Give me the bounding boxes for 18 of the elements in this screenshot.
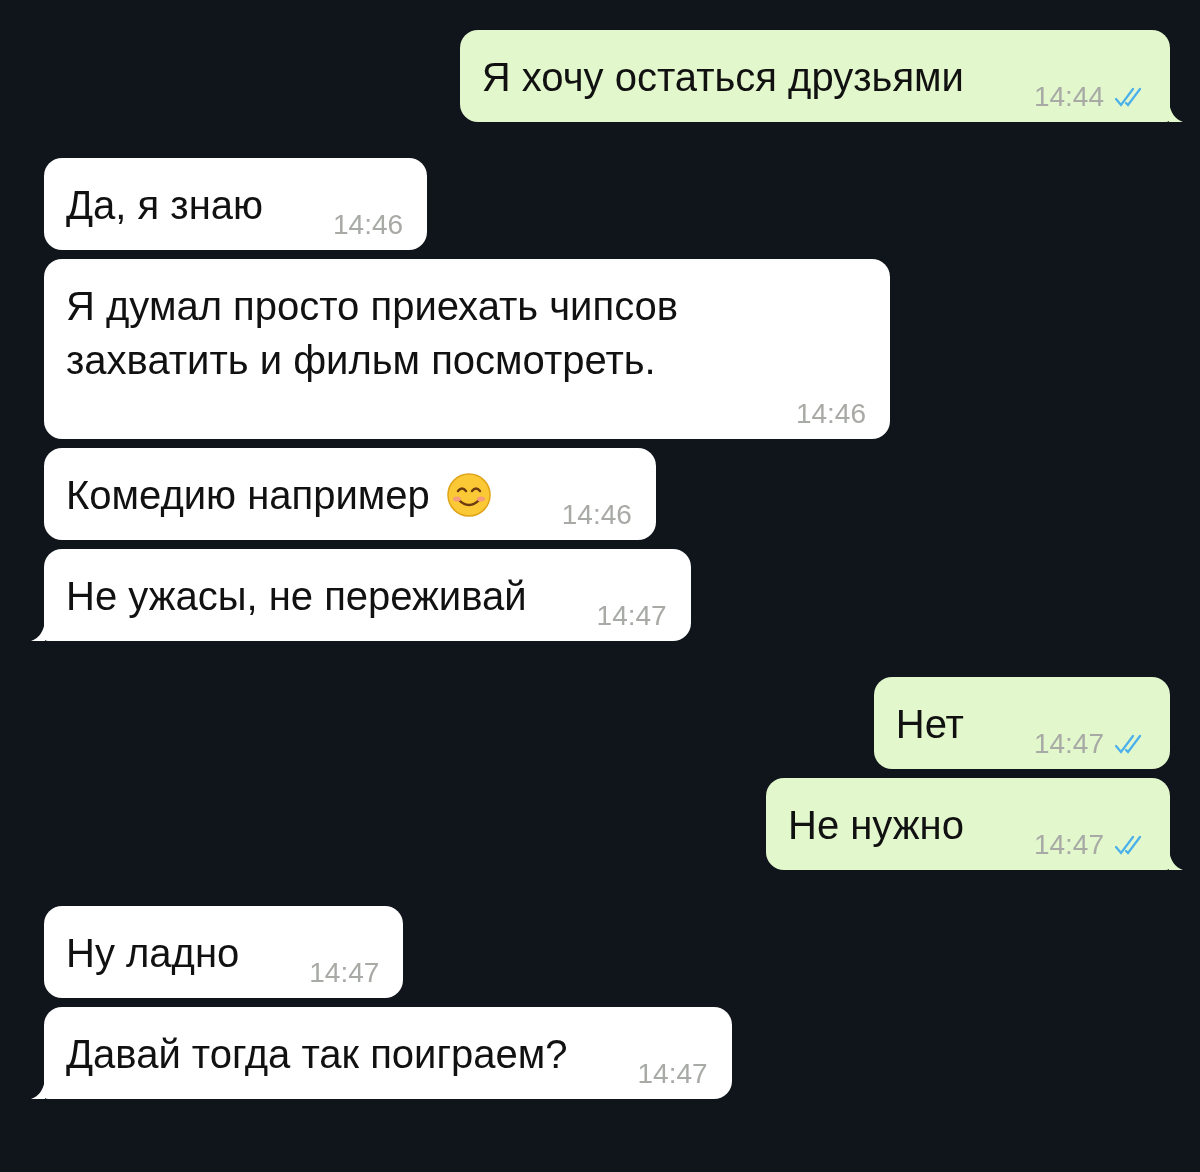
message-time: 14:46: [333, 208, 404, 242]
message-time: 14:47: [309, 956, 380, 990]
message-time: 14:46: [561, 498, 632, 532]
message-text: Ну ладно: [66, 930, 240, 977]
message-text: Да, я знаю: [66, 182, 263, 229]
message-time: 14:46: [795, 397, 866, 431]
message-text: Комедию например: [66, 468, 492, 522]
message-text: Я думал просто приехать чипсов захватить и фильм посмотреть.: [66, 283, 680, 384]
message-time: 14:47: [596, 599, 667, 633]
message-time: 14:47: [1033, 727, 1104, 761]
message-text: Нет: [895, 701, 964, 748]
message-time: 14:44: [1033, 80, 1104, 114]
message-text: Не нужно: [788, 802, 964, 849]
message-text: Давай тогда так поиграем?: [66, 1031, 568, 1078]
message-text: Не ужасы, не переживай: [66, 573, 527, 620]
message-time: 14:47: [1033, 828, 1104, 862]
message-time: 14:47: [637, 1057, 708, 1091]
message-text: Я хочу остаться друзьями: [481, 54, 964, 101]
